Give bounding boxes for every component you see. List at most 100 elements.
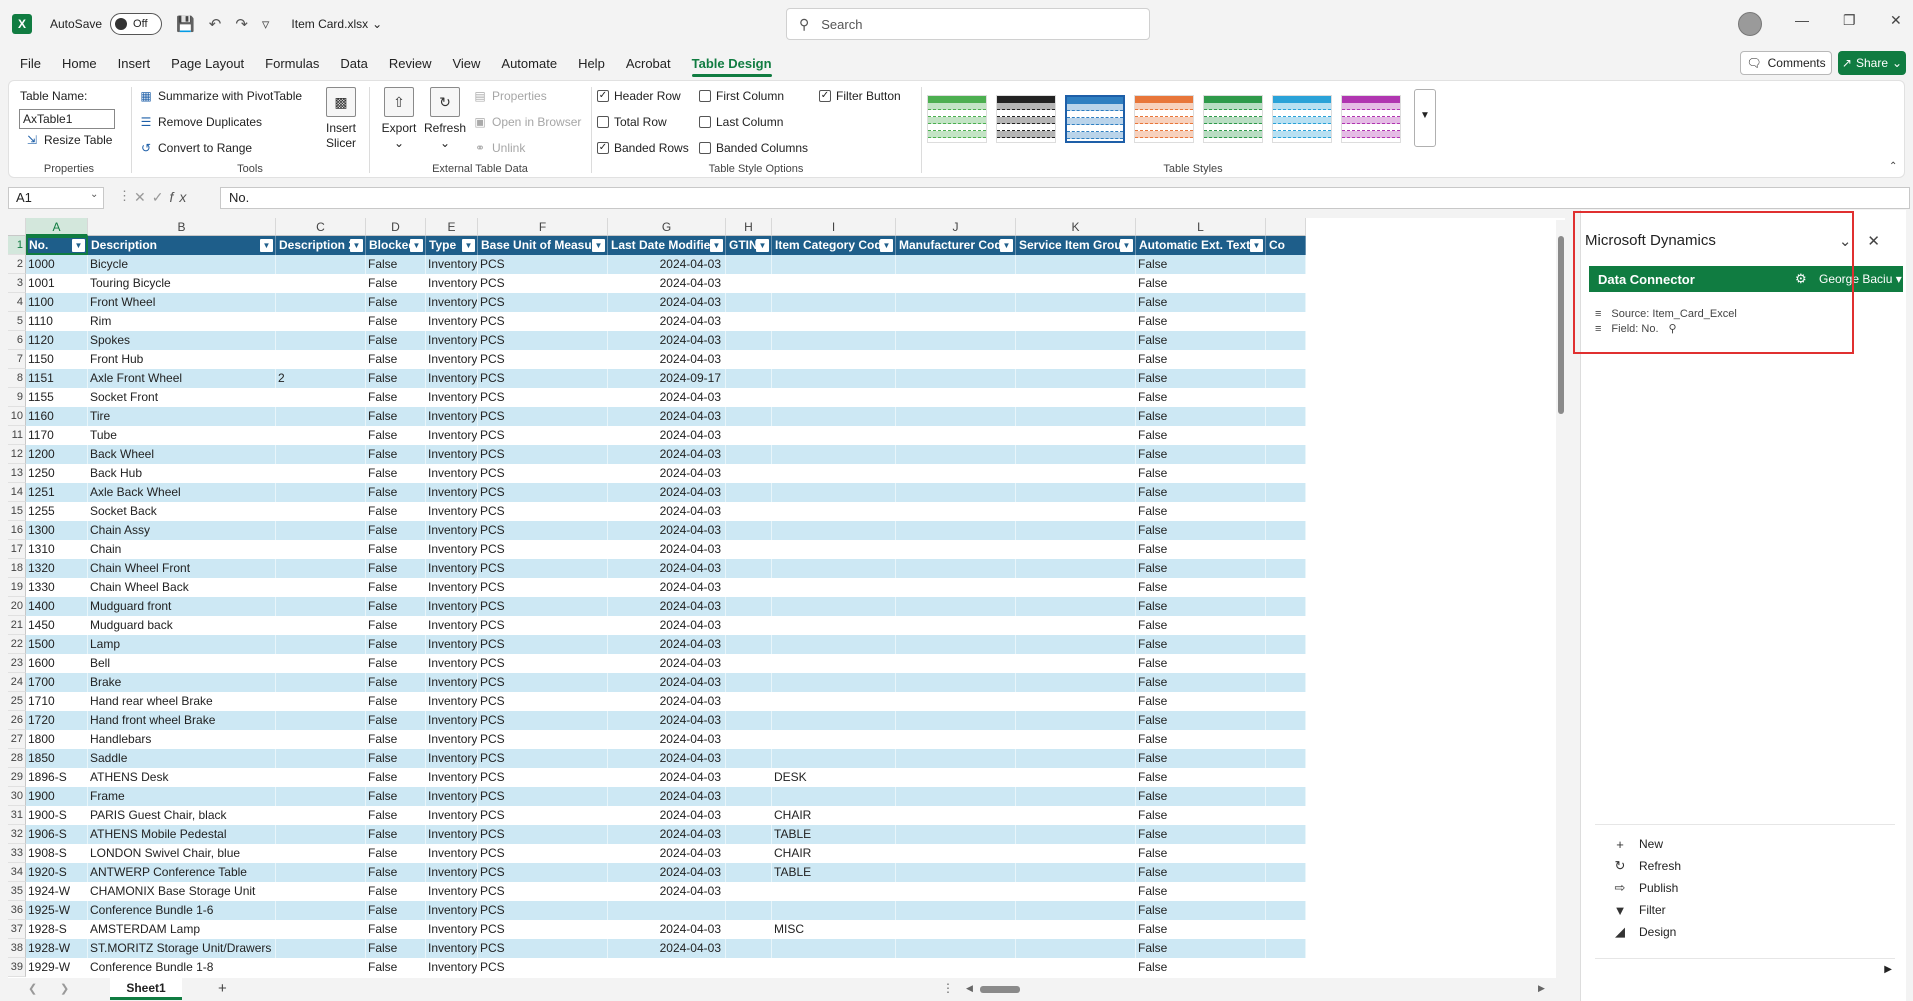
table-cell[interactable]: False: [366, 597, 426, 616]
table-cell[interactable]: False: [1136, 920, 1266, 939]
tab-acrobat[interactable]: Acrobat: [626, 56, 671, 71]
table-cell[interactable]: Bell: [88, 654, 276, 673]
table-cell[interactable]: 1320: [26, 559, 88, 578]
table-cell[interactable]: PCS: [478, 958, 608, 977]
function-icon[interactable]: fx: [169, 189, 192, 205]
table-cell[interactable]: [1016, 654, 1136, 673]
table-cell[interactable]: [726, 825, 772, 844]
table-cell[interactable]: Inventory: [426, 692, 478, 711]
table-cell[interactable]: Inventory: [426, 407, 478, 426]
table-cell[interactable]: [1016, 616, 1136, 635]
column-header[interactable]: B: [88, 218, 276, 236]
table-cell[interactable]: [726, 350, 772, 369]
filter-dropdown-icon[interactable]: ▼: [462, 239, 475, 252]
table-cell[interactable]: [1016, 540, 1136, 559]
table-cell[interactable]: [1266, 939, 1306, 958]
table-cell[interactable]: 1720: [26, 711, 88, 730]
table-cell[interactable]: 1600: [26, 654, 88, 673]
table-cell[interactable]: Brake: [88, 673, 276, 692]
table-cell[interactable]: 1924-W: [26, 882, 88, 901]
table-cell[interactable]: False: [1136, 711, 1266, 730]
table-cell[interactable]: [1016, 426, 1136, 445]
table-cell[interactable]: PCS: [478, 388, 608, 407]
filter-dropdown-icon[interactable]: ▼: [1120, 239, 1133, 252]
table-cell[interactable]: 1908-S: [26, 844, 88, 863]
row-header[interactable]: 3: [8, 274, 26, 293]
table-cell[interactable]: [726, 559, 772, 578]
table-cell[interactable]: False: [366, 768, 426, 787]
table-cell[interactable]: [726, 692, 772, 711]
tab-table-design[interactable]: Table Design: [691, 56, 772, 77]
row-header[interactable]: 7: [8, 350, 26, 369]
table-cell[interactable]: [726, 274, 772, 293]
table-cell[interactable]: Inventory: [426, 939, 478, 958]
properties-button[interactable]: ▤ Properties: [473, 89, 546, 103]
table-cell[interactable]: False: [1136, 958, 1266, 977]
table-cell[interactable]: [726, 768, 772, 787]
filter-dropdown-icon[interactable]: ▼: [1000, 239, 1013, 252]
table-cell[interactable]: [896, 426, 1016, 445]
scroll-right-icon[interactable]: ❯: [60, 982, 69, 995]
table-cell[interactable]: [276, 673, 366, 692]
table-cell[interactable]: [896, 806, 1016, 825]
table-cell[interactable]: Inventory: [426, 654, 478, 673]
table-cell[interactable]: Inventory: [426, 331, 478, 350]
unlink-button[interactable]: ⚭ Unlink: [473, 141, 525, 155]
table-cell[interactable]: False: [366, 711, 426, 730]
table-cell[interactable]: [896, 350, 1016, 369]
table-cell[interactable]: [772, 483, 896, 502]
table-cell[interactable]: [276, 635, 366, 654]
table-cell[interactable]: [1266, 312, 1306, 331]
table-cell[interactable]: [1266, 787, 1306, 806]
table-cell[interactable]: [276, 407, 366, 426]
table-cell[interactable]: [276, 616, 366, 635]
table-cell[interactable]: [896, 920, 1016, 939]
table-cell[interactable]: [276, 426, 366, 445]
table-cell[interactable]: PCS: [478, 825, 608, 844]
table-cell[interactable]: False: [366, 331, 426, 350]
comments-button[interactable]: 🗨 Comments: [1740, 51, 1832, 75]
row-header[interactable]: 15: [8, 502, 26, 521]
filter-dropdown-icon[interactable]: ▼: [350, 239, 363, 252]
table-cell[interactable]: [1266, 331, 1306, 350]
table-cell[interactable]: Lamp: [88, 635, 276, 654]
table-cell[interactable]: [726, 331, 772, 350]
table-cell[interactable]: [726, 540, 772, 559]
table-cell[interactable]: [896, 559, 1016, 578]
expand-right-icon[interactable]: ▶: [1884, 964, 1892, 975]
table-cell[interactable]: CHAMONIX Base Storage Unit: [88, 882, 276, 901]
table-cell[interactable]: Inventory: [426, 616, 478, 635]
tab-page-layout[interactable]: Page Layout: [171, 56, 244, 71]
table-cell[interactable]: [276, 768, 366, 787]
table-cell[interactable]: Inventory: [426, 293, 478, 312]
table-cell[interactable]: [772, 369, 896, 388]
table-cell[interactable]: [276, 711, 366, 730]
table-cell[interactable]: [1016, 673, 1136, 692]
table-cell[interactable]: [276, 901, 366, 920]
table-cell[interactable]: 1800: [26, 730, 88, 749]
row-header[interactable]: 32: [8, 825, 26, 844]
column-header[interactable]: I: [772, 218, 896, 236]
row-header[interactable]: 38: [8, 939, 26, 958]
table-cell[interactable]: 1400: [26, 597, 88, 616]
table-cell[interactable]: Inventory: [426, 540, 478, 559]
table-cell[interactable]: ANTWERP Conference Table: [88, 863, 276, 882]
column-header[interactable]: F: [478, 218, 608, 236]
table-cell[interactable]: PCS: [478, 806, 608, 825]
table-cell[interactable]: PCS: [478, 635, 608, 654]
table-cell[interactable]: [1016, 749, 1136, 768]
table-cell[interactable]: [276, 540, 366, 559]
table-cell[interactable]: [772, 312, 896, 331]
remove-duplicates-button[interactable]: ☰ Remove Duplicates: [139, 115, 262, 129]
table-cell[interactable]: Axle Front Wheel: [88, 369, 276, 388]
table-cell[interactable]: [772, 521, 896, 540]
avatar[interactable]: [1738, 12, 1762, 36]
table-cell[interactable]: Axle Back Wheel: [88, 483, 276, 502]
table-cell[interactable]: PCS: [478, 730, 608, 749]
table-cell[interactable]: False: [1136, 882, 1266, 901]
table-cell[interactable]: 2024-04-03: [608, 274, 726, 293]
column-header[interactable]: A: [26, 218, 88, 236]
row-header[interactable]: 35: [8, 882, 26, 901]
table-cell[interactable]: PCS: [478, 445, 608, 464]
table-cell[interactable]: PCS: [478, 464, 608, 483]
